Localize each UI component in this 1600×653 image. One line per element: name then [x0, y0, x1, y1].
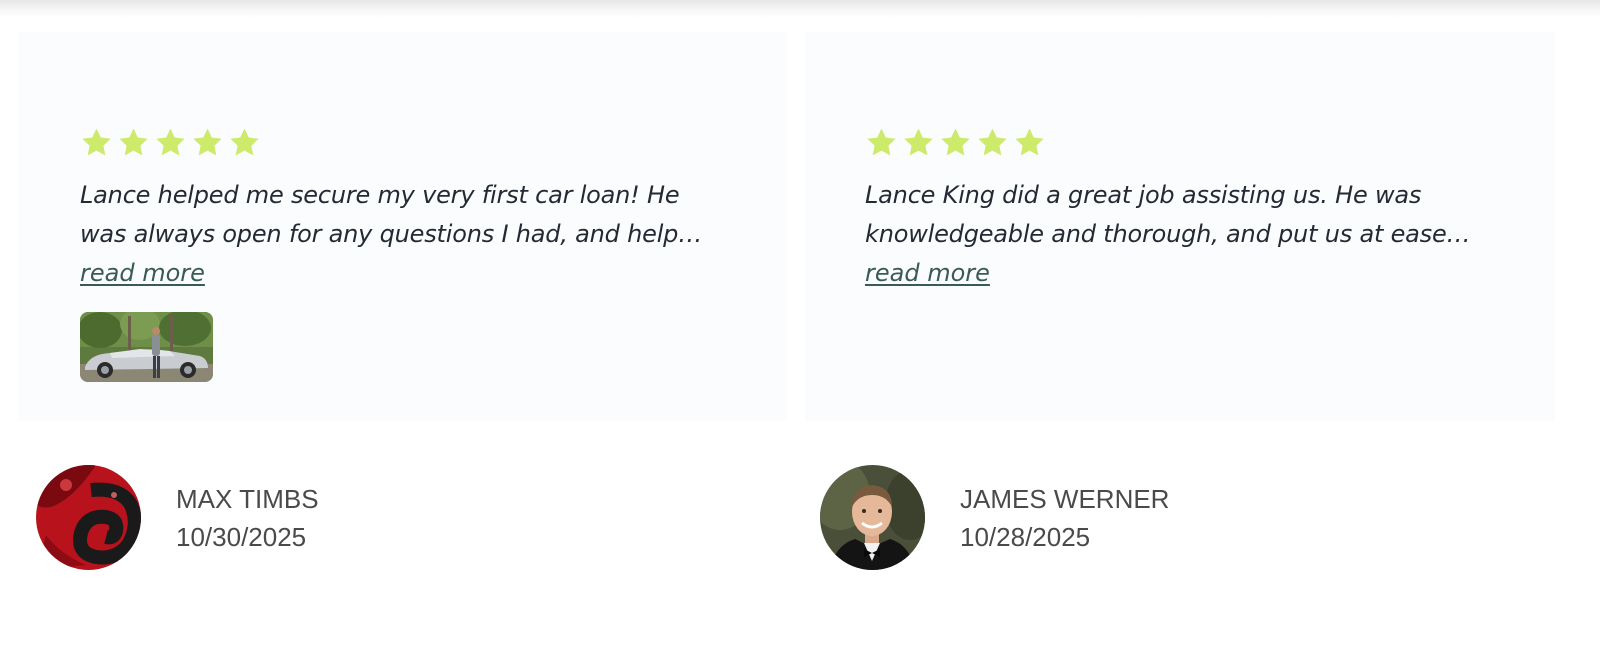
- avatar: [36, 465, 141, 570]
- review-date: 10/28/2025: [960, 521, 1091, 552]
- review-author: JAMES WERNER 10/28/2025: [820, 465, 1169, 570]
- avatar: [820, 465, 925, 570]
- read-more-link[interactable]: read more: [80, 256, 205, 290]
- star-icon: [1013, 126, 1046, 159]
- review-text: Lance helped me secure my very first car…: [80, 181, 703, 248]
- author-info: MAX TIMBS 10/30/2025: [176, 480, 319, 556]
- author-name: JAMES WERNER: [960, 483, 1170, 514]
- review-author: MAX TIMBS 10/30/2025: [36, 465, 319, 570]
- author-info: JAMES WERNER 10/28/2025: [960, 480, 1169, 556]
- review-item: Lance King did a great job assisting us.…: [805, 0, 1588, 653]
- star-icon: [228, 126, 261, 159]
- star-icon: [865, 126, 898, 159]
- star-icon: [939, 126, 972, 159]
- review-text: Lance King did a great job assisting us.…: [865, 181, 1471, 248]
- star-rating: [80, 126, 261, 159]
- review-card: Lance helped me secure my very first car…: [18, 32, 786, 421]
- read-more-link[interactable]: read more: [865, 256, 990, 290]
- review-card: Lance King did a great job assisting us.…: [805, 32, 1555, 421]
- star-icon: [902, 126, 935, 159]
- review-photo[interactable]: [80, 312, 213, 382]
- star-icon: [80, 126, 113, 159]
- star-icon: [154, 126, 187, 159]
- star-icon: [191, 126, 224, 159]
- star-rating: [865, 126, 1046, 159]
- star-icon: [117, 126, 150, 159]
- review-date: 10/30/2025: [176, 521, 307, 552]
- author-name: MAX TIMBS: [176, 483, 319, 514]
- review-item: Lance helped me secure my very first car…: [18, 0, 786, 653]
- star-icon: [976, 126, 1009, 159]
